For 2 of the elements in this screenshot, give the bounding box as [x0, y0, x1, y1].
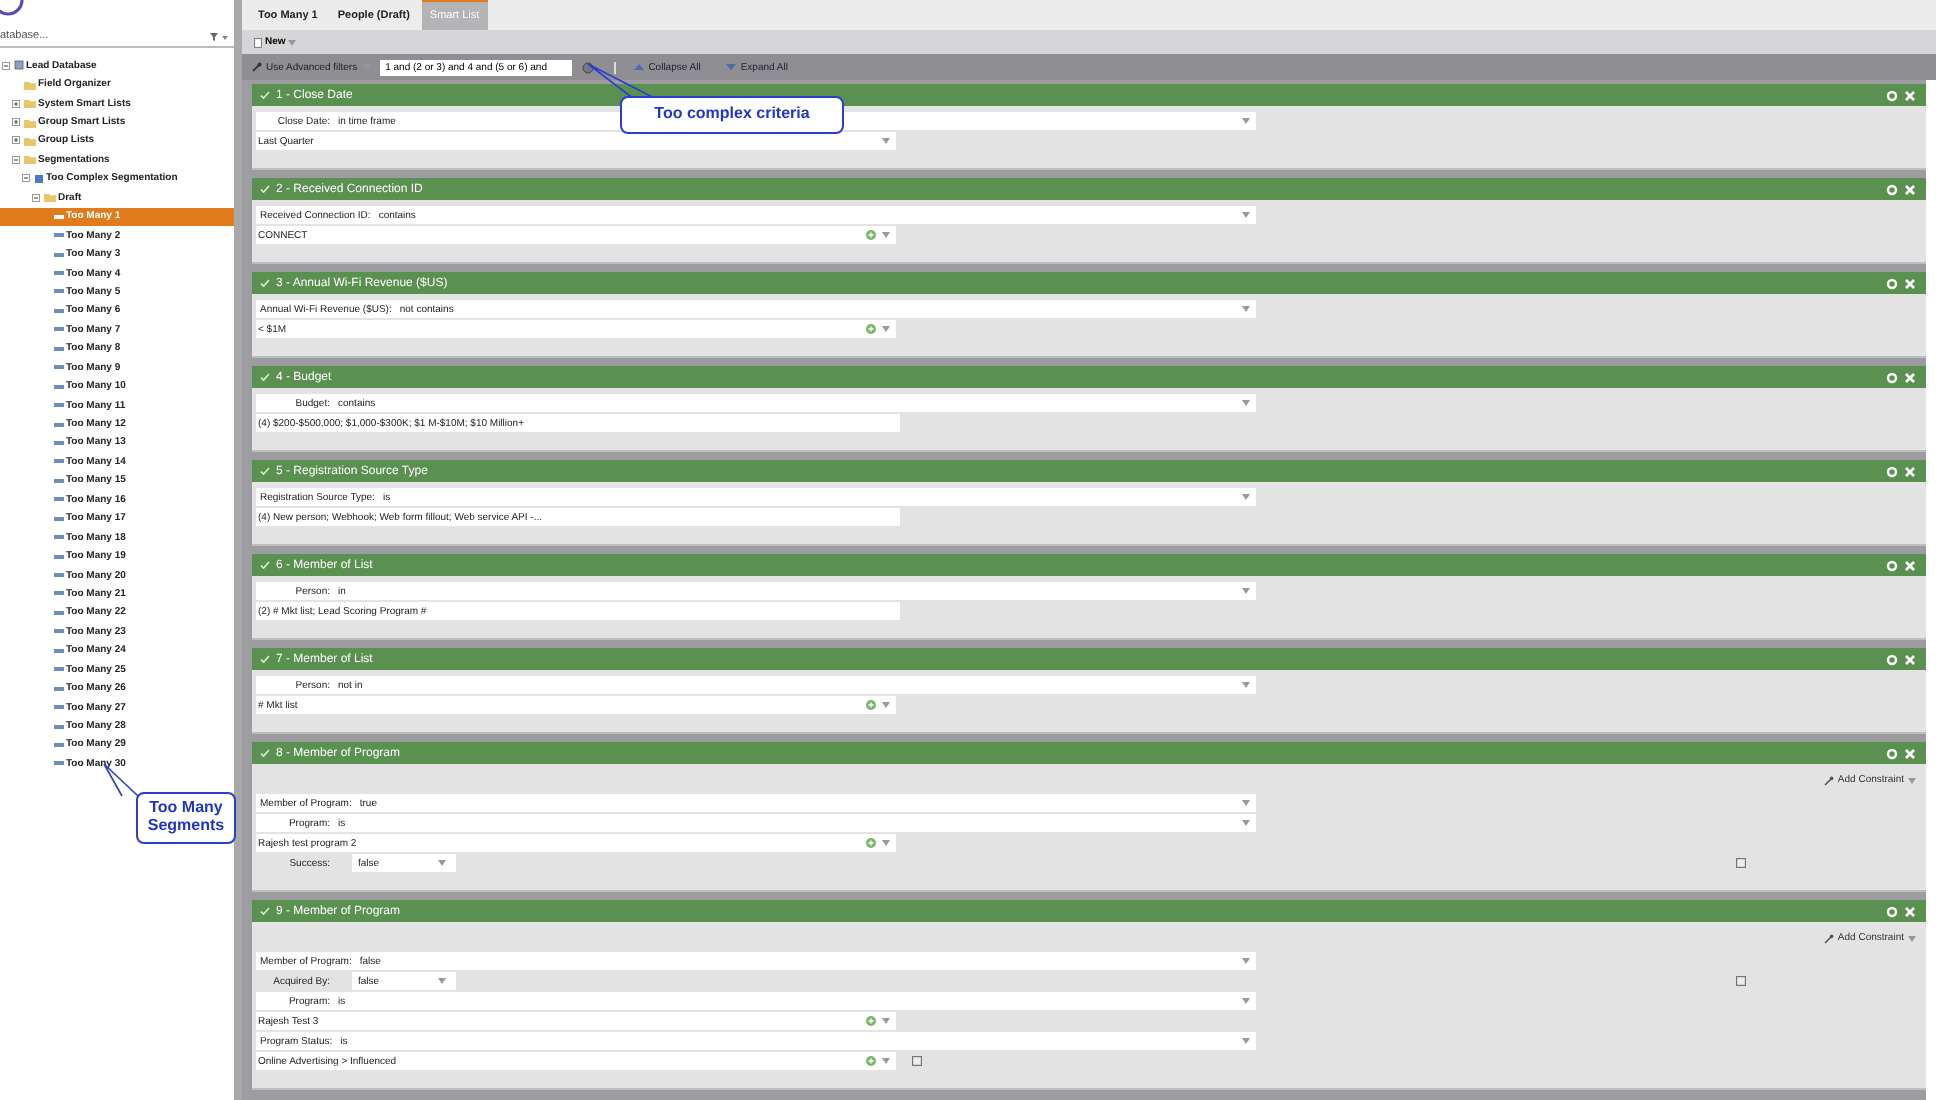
callout-tooltip: Too complex criteria — [620, 96, 844, 134]
callout-tooltip: Too Many Segments — [136, 792, 236, 844]
